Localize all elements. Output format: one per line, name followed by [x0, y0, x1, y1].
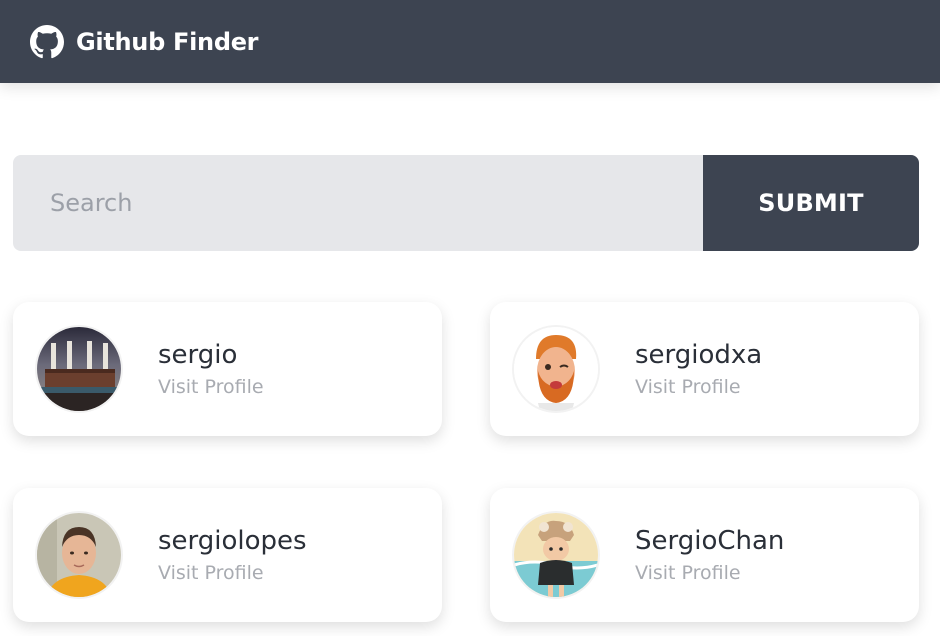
user-card: SergioChan Visit Profile — [490, 488, 919, 622]
github-icon[interactable] — [30, 24, 64, 59]
navbar: Github Finder — [0, 0, 940, 83]
user-card: sergio Visit Profile — [13, 302, 442, 436]
memoji-avatar — [514, 327, 598, 411]
search-form: SUBMIT — [13, 155, 919, 251]
visit-profile-link[interactable]: Visit Profile — [158, 376, 264, 398]
visit-profile-link[interactable]: Visit Profile — [158, 562, 307, 584]
app-title[interactable]: Github Finder — [76, 28, 259, 56]
username[interactable]: sergiolopes — [158, 526, 307, 556]
username[interactable]: SergioChan — [635, 526, 784, 556]
visit-profile-link[interactable]: Visit Profile — [635, 376, 762, 398]
visit-profile-link[interactable]: Visit Profile — [635, 562, 784, 584]
factory-photo-avatar — [37, 327, 121, 411]
username[interactable]: sergiodxa — [635, 340, 762, 370]
user-card: sergiodxa Visit Profile — [490, 302, 919, 436]
search-input[interactable] — [13, 155, 703, 251]
submit-button[interactable]: SUBMIT — [703, 155, 919, 251]
person-photo-avatar — [37, 513, 121, 597]
username[interactable]: sergio — [158, 340, 264, 370]
cartoon-avatar — [514, 513, 598, 597]
user-card: sergiolopes Visit Profile — [13, 488, 442, 622]
